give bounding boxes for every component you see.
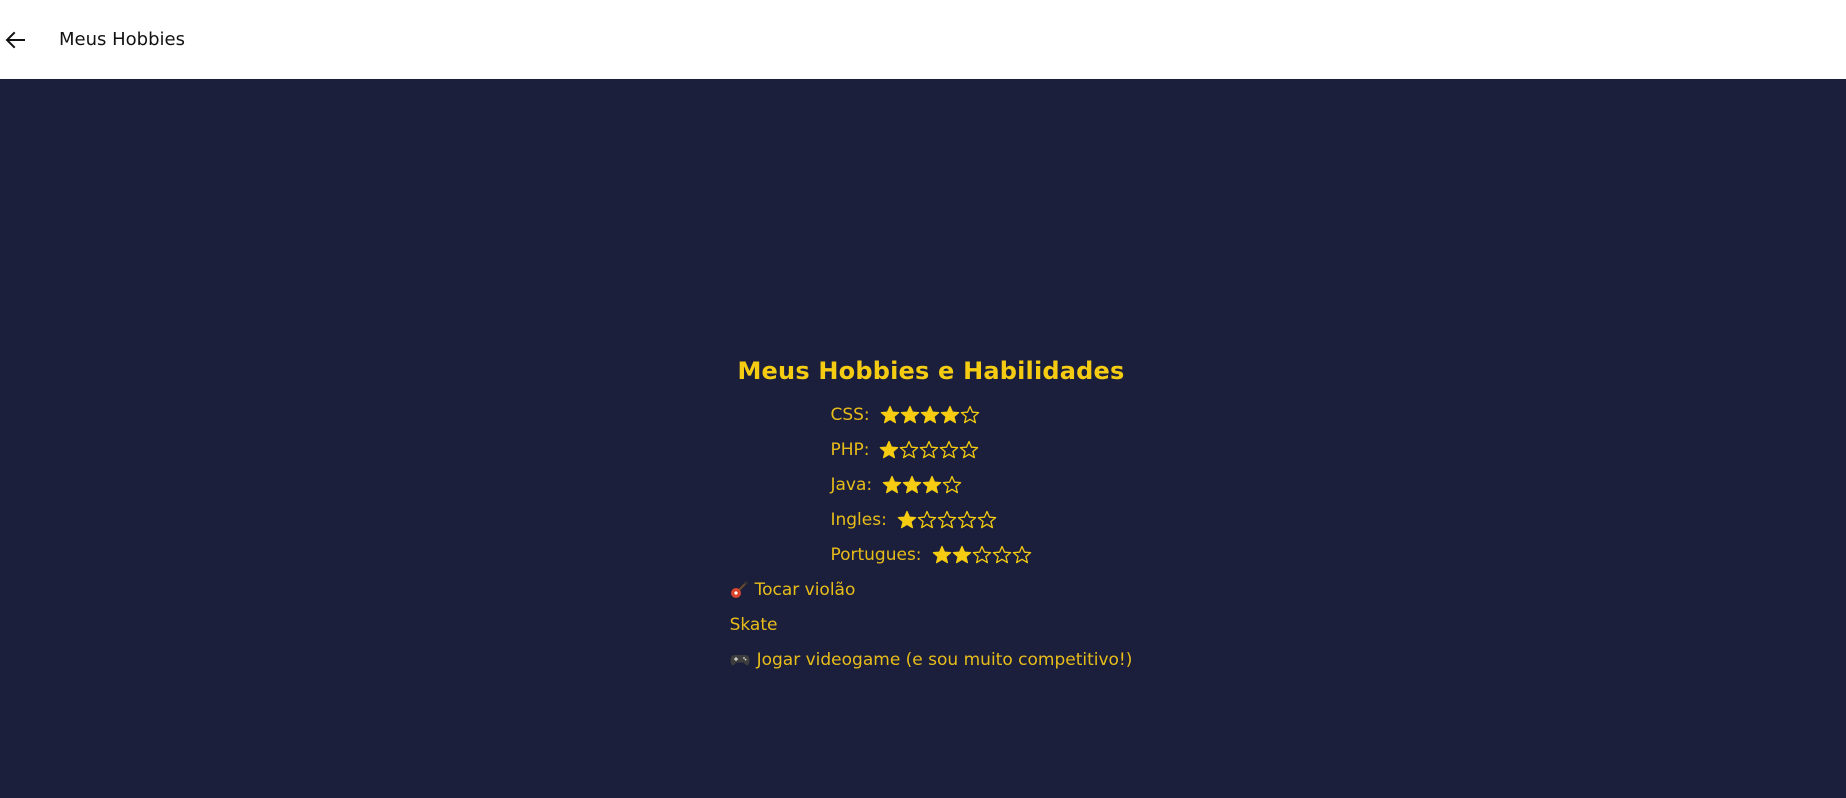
star-outline-icon <box>920 440 939 458</box>
arrow-left-icon <box>5 31 25 48</box>
skill-row: PHP: <box>830 432 1031 467</box>
skill-rating <box>880 405 980 425</box>
star-filled-icon <box>897 510 917 528</box>
star-filled-icon <box>932 545 951 563</box>
star-outline-icon <box>1012 545 1031 563</box>
guitar-icon <box>730 581 748 598</box>
hobby-label: Tocar violão <box>754 579 856 600</box>
skill-row: CSS: <box>830 397 1031 432</box>
hobby-item: Tocar violão <box>730 572 1133 607</box>
star-outline-icon <box>900 440 919 458</box>
star-filled-icon <box>952 545 971 563</box>
star-outline-icon <box>942 475 962 493</box>
skill-rating <box>882 475 962 495</box>
skill-rating <box>897 510 997 530</box>
star-outline-icon <box>957 510 977 528</box>
game-controller-icon <box>730 654 750 665</box>
skill-name: Portugues: <box>830 544 922 565</box>
star-outline-icon <box>960 405 979 423</box>
skill-name: CSS: <box>830 404 870 425</box>
star-filled-icon <box>920 405 939 423</box>
star-outline-icon <box>992 545 1011 563</box>
skill-rating <box>932 545 1032 565</box>
star-filled-icon <box>880 405 899 423</box>
star-outline-icon <box>977 510 997 528</box>
star-filled-icon <box>902 475 922 493</box>
skill-name: Java: <box>830 474 873 495</box>
hobby-icon <box>730 652 750 668</box>
skill-row: Java: <box>830 467 1031 502</box>
star-filled-icon <box>880 440 899 458</box>
main-content: Meus Hobbies e Habilidades CSS: PHP: Java:… <box>0 79 1846 798</box>
skill-name: Ingles: <box>830 509 887 530</box>
star-filled-icon <box>882 475 902 493</box>
skill-rating <box>879 440 979 460</box>
hobbies-list: Tocar violão Skate Jogar videogame (e sou … <box>730 572 1133 677</box>
star-filled-icon <box>940 405 959 423</box>
skill-row: Portugues: <box>830 537 1031 572</box>
hobby-item: Skate <box>730 607 1133 642</box>
skills-list: CSS: PHP: Java: Ingles: Portugues: <box>830 397 1031 572</box>
skill-row: Ingles: <box>830 502 1031 537</box>
star-outline-icon <box>937 510 957 528</box>
hobby-label: Jogar videogame (e sou muito competitivo… <box>756 649 1133 670</box>
star-outline-icon <box>960 440 979 458</box>
app-title: Meus Hobbies <box>59 29 185 50</box>
hobby-icon <box>730 581 748 599</box>
star-outline-icon <box>972 545 991 563</box>
hobby-item: Jogar videogame (e sou muito competitivo… <box>730 642 1133 677</box>
hobby-label: Skate <box>729 614 778 635</box>
app-bar: Meus Hobbies <box>0 0 1846 79</box>
hobbies-section: Meus Hobbies e Habilidades CSS: PHP: Java:… <box>0 356 1846 677</box>
skill-name: PHP: <box>830 439 870 460</box>
section-heading: Meus Hobbies e Habilidades <box>737 357 1125 385</box>
star-filled-icon <box>900 405 919 423</box>
back-button[interactable] <box>0 22 36 58</box>
star-outline-icon <box>917 510 937 528</box>
star-filled-icon <box>922 475 942 493</box>
star-outline-icon <box>940 440 959 458</box>
